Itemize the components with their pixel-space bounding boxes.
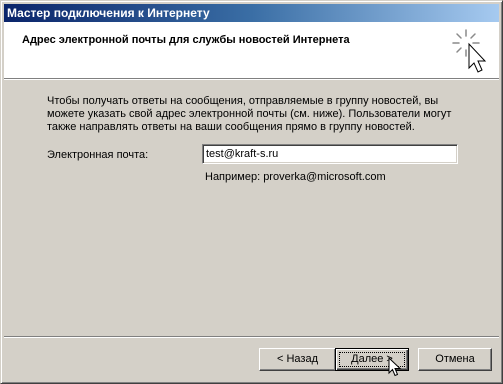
mouse-cursor-icon xyxy=(388,357,402,377)
wizard-header: Адрес электронной почты для службы новос… xyxy=(4,22,499,78)
wizard-window: Мастер подключения к Интернету Адрес эле… xyxy=(0,0,503,384)
email-input[interactable] xyxy=(202,144,458,164)
back-button-label: < Назад xyxy=(277,353,318,365)
email-label: Электронная почта: xyxy=(47,149,149,161)
cancel-button-label: Отмена xyxy=(435,353,475,365)
wizard-star-cursor-icon xyxy=(452,29,487,73)
page-title: Адрес электронной почты для службы новос… xyxy=(22,34,350,46)
cancel-button[interactable]: Отмена xyxy=(418,348,492,371)
back-button[interactable]: < Назад xyxy=(259,348,336,371)
title-bar[interactable]: Мастер подключения к Интернету xyxy=(4,4,499,22)
header-divider xyxy=(4,78,499,80)
email-example-hint: Например: proverka@microsoft.com xyxy=(205,171,386,183)
description-text: Чтобы получать ответы на сообщения, отпр… xyxy=(47,95,452,133)
footer-divider xyxy=(4,336,499,338)
window-title: Мастер подключения к Интернету xyxy=(7,6,210,20)
